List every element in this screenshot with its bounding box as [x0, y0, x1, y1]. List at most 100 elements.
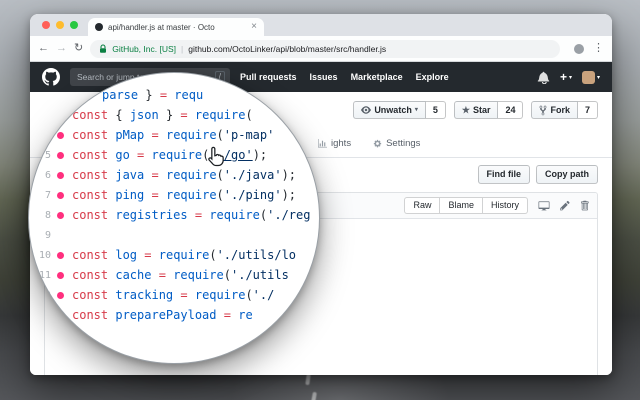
traffic-light-minimize-button[interactable]	[56, 21, 64, 29]
raw-button[interactable]: Raw	[404, 197, 441, 214]
caret-down-icon: ▾	[414, 107, 418, 113]
tab-settings[interactable]: Settings	[373, 138, 420, 149]
code-line: 10 const log = require('./utils/lo	[29, 245, 319, 265]
browser-menu-icon[interactable]: ⋮	[593, 43, 604, 54]
traffic-light-close-button[interactable]	[42, 21, 50, 29]
code-token: const	[72, 168, 109, 182]
code-token: {	[108, 108, 130, 122]
fork-icon	[540, 105, 547, 115]
code-token: re	[238, 308, 253, 322]
desktop-icon[interactable]	[538, 200, 550, 211]
forward-icon[interactable]: →	[56, 43, 67, 54]
octolinker-dot	[57, 131, 64, 139]
find-file-button[interactable]: Find file	[477, 165, 530, 184]
code-token: =	[180, 288, 188, 302]
code-token: require	[173, 268, 224, 282]
nav-explore[interactable]: Explore	[416, 72, 449, 82]
code-token: );	[281, 188, 297, 202]
history-button[interactable]: History	[482, 197, 528, 214]
github-logo-icon[interactable]	[42, 68, 60, 86]
watch-group: Unwatch ▾ 5	[353, 101, 446, 119]
code-token: const	[72, 188, 109, 202]
url-separator: |	[181, 43, 184, 54]
code-token: parse	[102, 88, 139, 102]
ev-certificate-label: GitHub, Inc. [US]	[112, 43, 176, 54]
extension-icon[interactable]	[574, 43, 584, 54]
url-field[interactable]: GitHub, Inc. [US] | github.com/OctoLinke…	[90, 39, 561, 58]
code-token: }	[158, 108, 181, 122]
github-nav: Pull requests Issues Marketplace Explore	[240, 72, 449, 82]
watch-count[interactable]: 5	[425, 101, 446, 119]
code-token: './utils	[231, 268, 289, 282]
user-menu[interactable]: ▾	[581, 70, 600, 84]
code-line: 4const pMap = require('p-map'	[29, 125, 319, 145]
code-line: 6 const java = require('./java');	[29, 165, 319, 185]
magnifier-lens: parse } = requconst { json } = require(4…	[28, 72, 320, 364]
copy-path-button[interactable]: Copy path	[536, 165, 598, 184]
unwatch-button[interactable]: Unwatch ▾	[353, 101, 426, 119]
code-token: require	[194, 108, 246, 122]
blame-button[interactable]: Blame	[440, 197, 483, 214]
plus-icon: +	[559, 70, 567, 84]
code-token: java	[115, 168, 145, 182]
code-token: const	[72, 248, 109, 262]
back-icon[interactable]: ←	[38, 43, 49, 54]
code-token: (	[216, 188, 224, 202]
star-label: Star	[472, 105, 491, 115]
fork-group: Fork 7	[531, 101, 598, 119]
reload-icon[interactable]: ↻	[74, 43, 83, 54]
hand-cursor-icon	[205, 146, 225, 173]
repo-social-actions: Unwatch ▾ 5 ★ Star 24 Fork 7	[353, 101, 598, 119]
code-token: =	[151, 128, 159, 142]
create-new-menu[interactable]: + ▾	[560, 71, 572, 83]
line-number[interactable]: 8	[29, 210, 51, 221]
code-line: 5 const go = require('./go');	[29, 145, 319, 165]
nav-issues[interactable]: Issues	[310, 72, 338, 82]
screenshot-stage: api/handler.js at master · Octo × ← → ↻ …	[0, 0, 640, 400]
fork-count[interactable]: 7	[577, 101, 598, 119]
trash-icon[interactable]	[580, 200, 589, 211]
tab-close-icon[interactable]: ×	[251, 22, 257, 32]
code-token: preparePayload	[115, 308, 217, 322]
code-token: json	[129, 108, 159, 122]
fork-label: Fork	[550, 105, 570, 115]
url-text: github.com/OctoLinker/api/blob/master/sr…	[188, 43, 387, 54]
line-number[interactable]: 7	[29, 190, 51, 201]
code-token: =	[194, 208, 203, 222]
code-token: =	[151, 188, 159, 202]
code-token: =	[151, 168, 159, 182]
code-token: const	[72, 208, 109, 222]
nav-marketplace[interactable]: Marketplace	[351, 72, 403, 82]
octolinker-dot	[57, 211, 64, 219]
code-line: 12const tracking = require('./	[29, 285, 319, 305]
code-line: 8 const registries = require('./reg	[29, 205, 319, 225]
bell-icon[interactable]	[537, 71, 550, 84]
user-avatar	[581, 70, 595, 84]
code-token: cache	[115, 268, 152, 282]
octolinker-dot	[57, 191, 64, 199]
nav-pull-requests[interactable]: Pull requests	[240, 72, 297, 82]
file-actions: Find file Copy path	[477, 165, 598, 184]
fork-button[interactable]: Fork	[531, 101, 578, 119]
browser-tab[interactable]: api/handler.js at master · Octo ×	[88, 18, 264, 36]
code-token: require	[165, 188, 217, 202]
octolinker-dot	[57, 271, 64, 279]
code-token: pMap	[115, 128, 145, 142]
code-token: =	[223, 308, 231, 322]
star-count[interactable]: 24	[498, 101, 524, 119]
tab-insights[interactable]: ights	[318, 138, 351, 149]
edit-pencil-icon[interactable]	[560, 200, 570, 211]
unwatch-label: Unwatch	[374, 105, 412, 115]
star-button[interactable]: ★ Star	[453, 101, 499, 119]
traffic-light-maximize-button[interactable]	[70, 21, 78, 29]
code-token: const	[72, 288, 109, 302]
code-token: require	[165, 128, 217, 142]
line-number[interactable]: 9	[29, 230, 51, 241]
code-token: =	[144, 248, 152, 262]
star-icon: ★	[461, 104, 470, 115]
